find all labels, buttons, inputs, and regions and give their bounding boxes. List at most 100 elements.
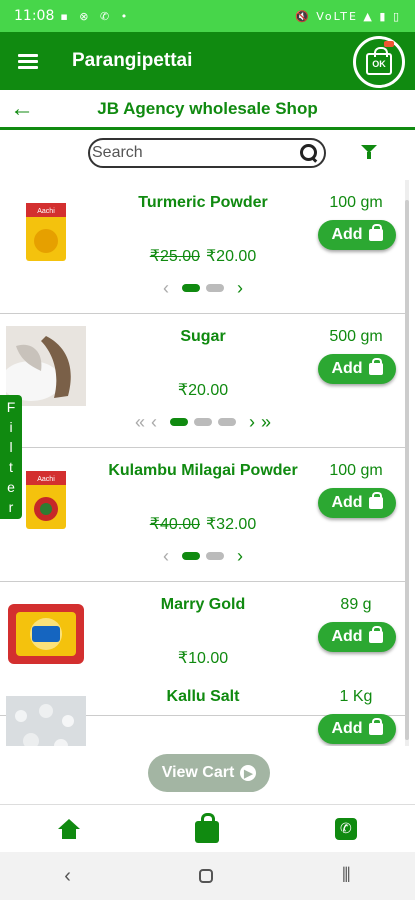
product-selling-price: ₹20.00 [206, 248, 257, 265]
system-home-icon[interactable] [199, 869, 214, 883]
nav-cart[interactable] [138, 805, 276, 852]
filter-icon[interactable] [360, 143, 378, 161]
chevron-double-left-icon[interactable]: « [135, 412, 145, 433]
add-button-label: Add [331, 360, 363, 377]
product-name: Sugar [180, 328, 226, 345]
variant-pager: « ‹ › » [96, 412, 310, 432]
product-mrp: ₹40.00 [149, 516, 200, 533]
product-item: Sugar ₹20.00 500 gm Add « ‹ › » [0, 314, 405, 448]
notification-icons: ▪ ⊗ ✆ • [60, 9, 132, 23]
app-logo: OK [353, 36, 405, 88]
product-price: ₹40.00 ₹32.00 [96, 514, 310, 534]
product-price: ₹10.00 [96, 648, 310, 668]
system-icons: 🔇 VoLTE ▲ ▮ ▯ [295, 9, 401, 23]
shopping-bag-icon [368, 718, 383, 735]
chevron-double-right-icon[interactable]: » [261, 412, 271, 433]
filter-side-tab[interactable]: F i l t e r [0, 395, 22, 519]
shopping-bag-icon [368, 224, 383, 241]
arrow-right-circle-icon: ▶ [240, 765, 257, 781]
product-quantity: 89 g [340, 596, 372, 613]
phone-icon: ✆ [334, 817, 357, 840]
status-bar: 11:08 ▪ ⊗ ✆ • 🔇 VoLTE ▲ ▮ ▯ [0, 0, 415, 32]
product-image[interactable]: Aachi [6, 192, 86, 272]
product-quantity: 500 gm [329, 328, 383, 345]
logo-bag-icon: OK [366, 47, 392, 75]
pager-dot[interactable] [218, 418, 236, 426]
product-item: Kallu Salt 1 Kg Add [0, 684, 405, 746]
product-image[interactable] [6, 594, 86, 674]
product-quantity: 100 gm [329, 194, 383, 211]
add-button[interactable]: Add [318, 354, 396, 384]
add-button[interactable]: Add [318, 488, 396, 518]
chevron-right-icon[interactable]: › [237, 546, 243, 567]
search-input[interactable] [92, 144, 299, 162]
pager-dot[interactable] [194, 418, 212, 426]
back-arrow-icon[interactable]: ← [0, 89, 44, 129]
chevron-right-icon[interactable]: › [237, 278, 243, 299]
chevron-left-icon[interactable]: ‹ [163, 546, 169, 567]
product-selling-price: ₹32.00 [206, 516, 257, 533]
view-cart-button[interactable]: View Cart ▶ [148, 754, 270, 792]
chevron-left-icon[interactable]: ‹ [151, 412, 157, 433]
product-mrp: ₹25.00 [149, 248, 200, 265]
menu-icon[interactable] [0, 32, 56, 90]
product-list: Aachi Turmeric Powder ₹25.00 ₹20.00 100 g… [0, 180, 408, 746]
product-image[interactable] [6, 326, 86, 406]
product-quantity: 1 Kg [339, 688, 373, 705]
product-name: Turmeric Powder [138, 194, 268, 211]
search-box [88, 138, 326, 168]
variant-pager: ‹ › [96, 278, 310, 298]
pager-dot-active[interactable] [182, 552, 200, 560]
shopping-bag-icon [368, 358, 383, 375]
product-price: ₹25.00 ₹20.00 [96, 246, 310, 266]
search-row [0, 138, 415, 170]
product-name: Kulambu Milagai Powder [108, 462, 298, 479]
product-item: Aachi Kulambu Milagai Powder ₹40.00 ₹32.0… [0, 448, 405, 582]
app-title: Parangipettai [72, 50, 193, 71]
search-icon[interactable] [299, 143, 317, 163]
product-selling-price: ₹20.00 [177, 382, 229, 399]
add-button[interactable]: Add [318, 622, 396, 652]
pager-dot-active[interactable] [182, 284, 200, 292]
svg-text:Aachi: Aachi [37, 208, 55, 215]
svg-text:Aachi: Aachi [37, 476, 55, 483]
shopping-bag-icon [368, 492, 383, 509]
system-navigation-bar: ‹ ⦀ [0, 852, 415, 900]
product-selling-price: ₹10.00 [177, 650, 229, 667]
product-price: ₹20.00 [96, 380, 310, 400]
status-time: 11:08 [14, 8, 55, 24]
chevron-right-icon[interactable]: › [249, 412, 255, 433]
shop-header: ← JB Agency wholesale Shop [0, 90, 415, 130]
shopping-bag-icon [368, 626, 383, 643]
product-quantity: 100 gm [329, 462, 383, 479]
product-name: Marry Gold [160, 596, 246, 613]
pager-dot[interactable] [206, 552, 224, 560]
shopping-bag-icon [195, 812, 220, 843]
nav-home[interactable] [0, 805, 138, 852]
bottom-navigation: ✆ [0, 804, 415, 852]
filter-tab-letter: t [9, 459, 13, 475]
add-button-label: Add [331, 494, 363, 511]
system-recents-icon[interactable]: ⦀ [342, 865, 351, 888]
home-icon [58, 818, 81, 839]
add-button[interactable]: Add [318, 220, 396, 250]
filter-tab-letter: e [7, 479, 15, 495]
product-item: Aachi Turmeric Powder ₹25.00 ₹20.00 100 g… [0, 180, 405, 314]
add-button[interactable]: Add [318, 714, 396, 744]
variant-pager: ‹ › [96, 546, 310, 566]
product-name: Kallu Salt [166, 688, 240, 705]
filter-tab-letter: r [8, 499, 14, 515]
chevron-left-icon[interactable]: ‹ [163, 278, 169, 299]
filter-tab-letter: i [9, 419, 13, 435]
shop-name: JB Agency wholesale Shop [97, 98, 318, 118]
system-back-icon[interactable]: ‹ [64, 865, 71, 888]
filter-tab-letter: F [6, 399, 16, 415]
filter-tab-letter: l [9, 439, 13, 455]
add-button-label: Add [331, 628, 363, 645]
add-button-label: Add [331, 720, 363, 737]
pager-dot[interactable] [206, 284, 224, 292]
app-bar: Parangipettai OK [0, 32, 415, 90]
pager-dot-active[interactable] [170, 418, 188, 426]
product-image[interactable] [6, 696, 86, 746]
nav-call[interactable]: ✆ [277, 805, 415, 852]
